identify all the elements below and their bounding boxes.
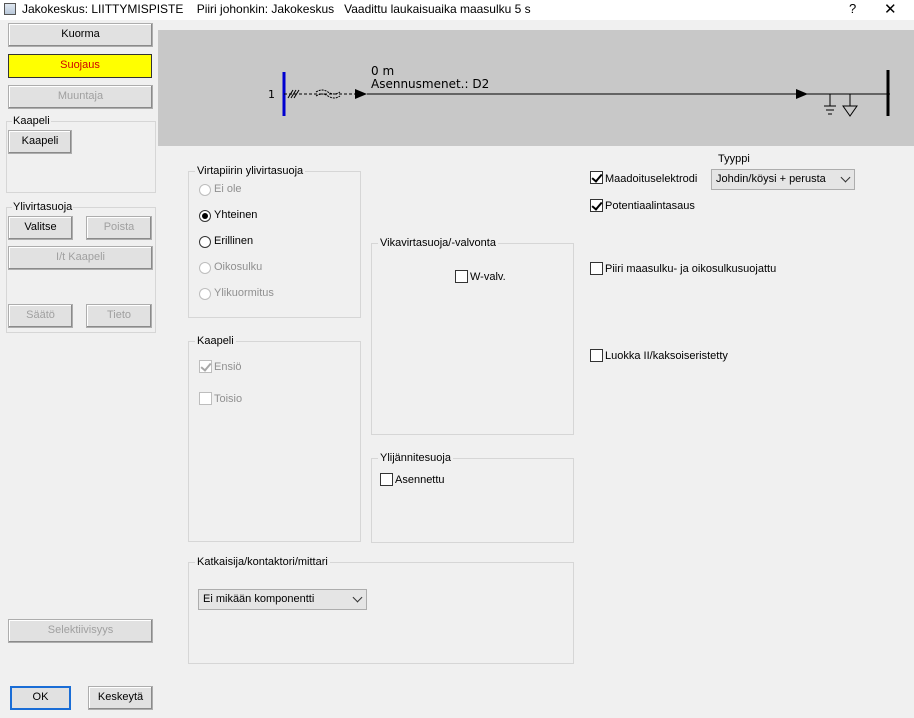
piiri-checkbox[interactable]: [590, 262, 603, 275]
circuit-diagram: 1 0 m Asennusmenet.: D2: [158, 30, 914, 146]
cable-wave-2: [315, 93, 341, 99]
tyyppi-label: Tyyppi: [718, 153, 750, 165]
tyyppi-select[interactable]: Johdin/köysi + perusta: [711, 169, 855, 190]
kaapeli-button[interactable]: Kaapeli: [8, 130, 72, 154]
ensio-checkbox[interactable]: [199, 360, 212, 373]
kuorma-button[interactable]: Kuorma: [8, 23, 153, 47]
cable-wave-1: [315, 89, 341, 95]
radio-erillinen-label: Erillinen: [214, 235, 254, 247]
arrow-right-icon: [355, 89, 367, 99]
radio-yhteinen[interactable]: [199, 210, 211, 222]
katkaisija-select[interactable]: Ei mikään komponentti: [198, 589, 367, 610]
poista-button[interactable]: Poista: [86, 216, 152, 240]
radio-ylikuormitus-label: Ylikuormitus: [214, 287, 274, 299]
ylijannite-group: [371, 458, 574, 543]
title-bar: Jakokeskus: LIITTYMISPISTE Piiri johonki…: [0, 0, 914, 20]
saato-button[interactable]: Säätö: [8, 304, 73, 328]
valitse-button[interactable]: Valitse: [8, 216, 73, 240]
radio-ei-ole-label: Ei ole: [214, 183, 242, 195]
radio-erillinen[interactable]: [199, 236, 211, 248]
chevron-down-icon: [352, 592, 363, 603]
toisio-label: Toisio: [214, 393, 243, 405]
node-number: 1: [268, 88, 275, 101]
it-kaapeli-button[interactable]: I/t Kaapeli: [8, 246, 153, 270]
toisio-checkbox[interactable]: [199, 392, 212, 405]
vikavirta-title: Vikavirtasuoja/-valvonta: [378, 237, 498, 249]
chevron-down-icon: [840, 172, 851, 183]
potentiaali-checkbox[interactable]: [590, 199, 603, 212]
tieto-button[interactable]: Tieto: [86, 304, 152, 328]
muuntaja-button[interactable]: Muuntaja: [8, 85, 153, 109]
maadoitus-checkbox[interactable]: [590, 171, 603, 184]
kaapeli-options-title: Kaapeli: [195, 335, 236, 347]
ok-button[interactable]: OK: [10, 686, 71, 710]
radio-ylikuormitus[interactable]: [199, 288, 211, 300]
kaapeli-group-label: Kaapeli: [12, 115, 51, 127]
keskeyta-button[interactable]: Keskeytä: [88, 686, 153, 710]
arrow-left-icon: [796, 89, 808, 99]
tyyppi-select-value: Johdin/köysi + perusta: [716, 173, 826, 185]
ylivirtasuoja-group-label: Ylivirtasuoja: [12, 201, 74, 213]
radio-yhteinen-label: Yhteinen: [214, 209, 258, 221]
wvalv-label: W-valv.: [470, 271, 506, 283]
luokka-label: Luokka II/kaksoiseristetty: [605, 350, 728, 362]
radio-oikosulku[interactable]: [199, 262, 211, 274]
radio-oikosulku-label: Oikosulku: [214, 261, 263, 273]
cable-length: 0 m: [371, 64, 395, 78]
katkaisija-group: [188, 562, 574, 664]
asennettu-label: Asennettu: [395, 474, 445, 486]
app-icon: [4, 3, 16, 15]
ground-triangle-icon: [842, 105, 858, 117]
suojaus-button[interactable]: Suojaus: [8, 54, 152, 78]
potentiaali-label: Potentiaalintasaus: [605, 200, 695, 212]
katkaisija-title: Katkaisija/kontaktori/mittari: [195, 556, 330, 568]
virtapiiri-title: Virtapiirin ylivirtasuoja: [195, 165, 306, 177]
luokka-checkbox[interactable]: [590, 349, 603, 362]
install-method: Asennusmenet.: D2: [371, 77, 490, 91]
ensio-label: Ensiö: [214, 361, 242, 373]
radio-ei-ole[interactable]: [199, 184, 211, 196]
help-icon[interactable]: ?: [849, 1, 856, 16]
katkaisija-select-value: Ei mikään komponentti: [203, 593, 315, 605]
asennettu-checkbox[interactable]: [380, 473, 393, 486]
selektiivisyys-button[interactable]: Selektiivisyys: [8, 619, 153, 643]
ylijannite-title: Ylijännitesuoja: [378, 452, 453, 464]
wvalv-checkbox[interactable]: [455, 270, 468, 283]
window-title: Jakokeskus: LIITTYMISPISTE Piiri johonki…: [22, 2, 531, 16]
close-icon[interactable]: ✕: [884, 0, 897, 18]
maadoitus-label: Maadoituselektrodi: [605, 173, 698, 185]
piiri-label: Piiri maasulku- ja oikosulkusuojattu: [605, 263, 777, 275]
